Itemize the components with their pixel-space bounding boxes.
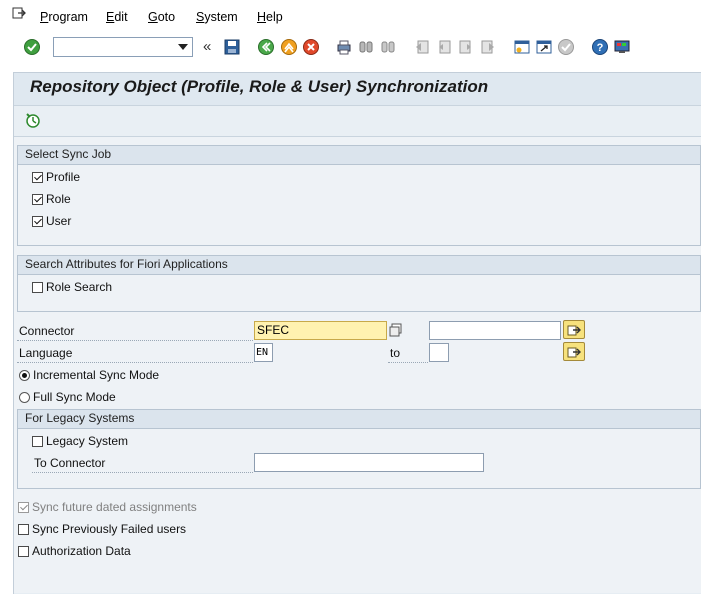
role-label: Role [46, 192, 71, 206]
language-to-label: to [390, 346, 401, 360]
execute-icon[interactable] [24, 111, 42, 129]
back-icon[interactable] [257, 38, 275, 56]
enter-icon[interactable] [23, 38, 41, 56]
customize-layout-icon[interactable] [613, 38, 631, 56]
exit-icon[interactable] [280, 38, 298, 56]
to-connector-label: To Connector [34, 456, 106, 470]
next-page-icon[interactable] [457, 38, 475, 56]
connector-multi-select-button[interactable] [563, 320, 585, 339]
user-checkbox[interactable] [32, 216, 43, 227]
legacy-system-checkbox[interactable] [32, 436, 43, 447]
language-to-field[interactable] [429, 343, 449, 362]
incremental-sync-radio[interactable] [19, 370, 30, 381]
profile-checkbox[interactable] [32, 172, 43, 183]
page-title: Repository Object (Profile, Role & User)… [30, 77, 489, 96]
auth-data-checkbox[interactable] [18, 546, 29, 557]
sync-job-header: Select Sync Job [18, 146, 700, 165]
language-multi-select-button[interactable] [563, 342, 585, 361]
menu-edit[interactable]: Edit [106, 10, 128, 24]
profile-label: Profile [46, 170, 81, 184]
menu-icon[interactable] [12, 7, 26, 20]
fiori-header: Search Attributes for Fiori Applications [18, 256, 700, 275]
help-icon[interactable]: ? [591, 38, 609, 56]
shortcut-icon[interactable] [535, 38, 553, 56]
multiple-selection-icon[interactable] [389, 323, 403, 337]
menu-goto[interactable]: Goto [148, 10, 175, 24]
user-label: User [46, 214, 72, 228]
chevron-down-icon[interactable] [178, 44, 188, 50]
prev-page-icon[interactable] [435, 38, 453, 56]
first-page-icon[interactable] [413, 38, 431, 56]
save-icon[interactable] [223, 38, 241, 56]
menu-program[interactable]: Program [40, 10, 88, 24]
command-field[interactable] [53, 37, 193, 57]
menu-system[interactable]: System [196, 10, 238, 24]
last-page-icon[interactable] [479, 38, 497, 56]
legacy-group: For Legacy Systems [17, 409, 701, 489]
legacy-header: For Legacy Systems [18, 410, 700, 429]
connector-label-line [17, 340, 253, 341]
application-toolbar [14, 106, 701, 137]
future-dated-label: Sync future dated assignments [32, 500, 197, 514]
to-connector-field[interactable] [254, 453, 484, 472]
svg-text:?: ? [597, 42, 604, 54]
legacy-system-label: Legacy System [46, 434, 129, 448]
role-search-label: Role Search [46, 280, 113, 294]
find-icon[interactable] [357, 38, 375, 56]
to-connector-line [32, 472, 253, 473]
check-icon[interactable] [557, 38, 575, 56]
full-sync-radio[interactable] [19, 392, 30, 403]
incremental-sync-label: Incremental Sync Mode [33, 368, 160, 382]
full-sync-label: Full Sync Mode [33, 390, 116, 404]
auth-data-label: Authorization Data [32, 544, 131, 558]
arrow-right-icon [567, 347, 581, 358]
failed-users-label: Sync Previously Failed users [32, 522, 187, 536]
cancel-icon[interactable] [302, 38, 320, 56]
connector-label: Connector [19, 324, 75, 338]
sync-job-group: Select Sync Job [17, 145, 701, 246]
failed-users-checkbox[interactable] [18, 524, 29, 535]
find-next-icon[interactable] [379, 38, 397, 56]
language-label-line [17, 362, 253, 363]
future-dated-checkbox[interactable] [18, 502, 29, 513]
collapse-icon[interactable]: « [203, 38, 211, 55]
role-checkbox[interactable] [32, 194, 43, 205]
fiori-group: Search Attributes for Fiori Applications [17, 255, 701, 312]
language-from-field[interactable]: EN [254, 343, 273, 362]
menu-help[interactable]: Help [257, 10, 283, 24]
connector-from-field[interactable]: SFEC [254, 321, 387, 340]
language-to-line [388, 362, 428, 363]
role-search-checkbox[interactable] [32, 282, 43, 293]
print-icon[interactable] [335, 38, 353, 56]
arrow-right-icon [567, 325, 581, 336]
create-session-icon[interactable] [513, 38, 531, 56]
language-label: Language [19, 346, 73, 360]
connector-to-field[interactable] [429, 321, 561, 340]
